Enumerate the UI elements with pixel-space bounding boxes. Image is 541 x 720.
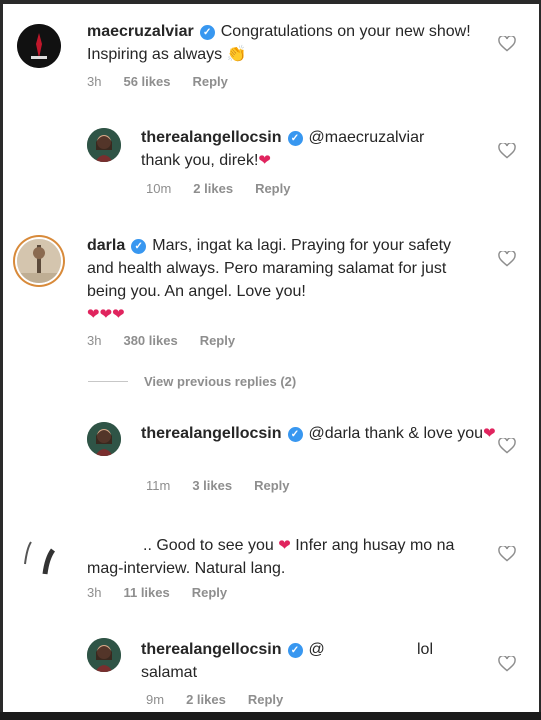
comment-text: darla ✓ Mars, ingat ka lagi. Praying for y… <box>87 234 477 326</box>
reply-button[interactable]: Reply <box>192 585 227 600</box>
mention-link[interactable]: @darla <box>309 425 361 442</box>
likes-count[interactable]: 11 likes <box>123 585 169 600</box>
username[interactable]: maecruzalviar <box>87 23 194 40</box>
comment-meta: 3h 380 likes Reply <box>87 333 235 348</box>
avatar[interactable] <box>17 534 61 578</box>
timestamp: 3h <box>87 74 102 89</box>
verified-icon: ✓ <box>287 643 303 658</box>
clapping-hands-icon: 👏 <box>226 46 247 63</box>
reply-button[interactable]: Reply <box>254 478 289 493</box>
comment-body-end: lol <box>417 641 434 658</box>
divider <box>88 381 128 382</box>
verified-icon: ✓ <box>287 427 303 442</box>
red-heart-icon: ❤ <box>278 537 291 554</box>
mention-link[interactable]: @maecruzalviar <box>309 129 425 146</box>
timestamp: 10m <box>146 181 172 196</box>
like-heart-icon[interactable] <box>497 249 517 269</box>
comment-meta: 9m 2 likes Reply <box>146 692 283 707</box>
mention-link[interactable]: @ <box>309 641 325 658</box>
username[interactable]: darla <box>87 237 125 254</box>
comment-meta: 10m 2 likes Reply <box>146 181 290 196</box>
comment-body: salamat <box>141 664 198 681</box>
verified-icon: ✓ <box>287 131 303 146</box>
comments-sheet: maecruzalviar ✓ Congratulations on your ne… <box>3 4 539 716</box>
reply-button[interactable]: Reply <box>255 181 290 196</box>
likes-count[interactable]: 380 likes <box>123 333 177 348</box>
comment-text: therealangellocsin ✓ @maecruzalviar thank … <box>141 126 531 172</box>
avatar[interactable] <box>87 128 121 162</box>
timestamp: 3h <box>87 333 102 348</box>
like-heart-icon[interactable] <box>497 141 517 161</box>
comment-meta: 3h 56 likes Reply <box>87 74 228 89</box>
avatar[interactable] <box>17 24 61 68</box>
like-heart-icon[interactable] <box>497 544 517 564</box>
username[interactable]: therealangellocsin <box>141 425 282 442</box>
username[interactable]: therealangellocsin <box>141 641 282 658</box>
comment-body: thank & love you <box>364 425 484 442</box>
like-heart-icon[interactable] <box>497 34 517 54</box>
comment-meta: 11m 3 likes Reply <box>146 478 290 493</box>
comment-text: therealangellocsin ✓ @ lol salamat <box>141 638 461 684</box>
comment-body: .. Good to see you <box>143 537 274 554</box>
comment-body: thank you, direk! <box>141 152 259 169</box>
likes-count[interactable]: 56 likes <box>123 74 170 89</box>
likes-count[interactable]: 2 likes <box>193 181 233 196</box>
bottom-edge <box>0 712 541 720</box>
red-heart-icon: ❤❤❤ <box>87 306 125 323</box>
view-previous-replies[interactable]: View previous replies (2) <box>88 374 296 389</box>
comment-meta: 3h 11 likes Reply <box>87 585 227 600</box>
timestamp: 3h <box>87 585 102 600</box>
likes-count[interactable]: 2 likes <box>186 692 226 707</box>
comment-text: therealangellocsin ✓ @darla thank & love y… <box>141 422 531 445</box>
avatar[interactable] <box>17 239 61 283</box>
likes-count[interactable]: 3 likes <box>192 478 232 493</box>
timestamp: 11m <box>146 478 171 493</box>
view-previous-label[interactable]: View previous replies (2) <box>144 374 296 389</box>
reply-button[interactable]: Reply <box>200 333 235 348</box>
avatar[interactable] <box>87 422 121 456</box>
verified-icon: ✓ <box>131 239 147 254</box>
verified-icon: ✓ <box>199 25 215 40</box>
reply-button[interactable]: Reply <box>248 692 283 707</box>
comment-text: .. Good to see you ❤ Infer ang husay mo … <box>87 534 477 580</box>
like-heart-icon[interactable] <box>497 654 517 674</box>
avatar[interactable] <box>87 638 121 672</box>
red-heart-icon: ❤ <box>483 425 496 442</box>
like-heart-icon[interactable] <box>497 436 517 456</box>
username[interactable]: therealangellocsin <box>141 129 282 146</box>
timestamp: 9m <box>146 692 165 707</box>
red-heart-icon: ❤ <box>258 152 271 169</box>
reply-button[interactable]: Reply <box>192 74 227 89</box>
comment-text: maecruzalviar ✓ Congratulations on your ne… <box>87 20 477 66</box>
